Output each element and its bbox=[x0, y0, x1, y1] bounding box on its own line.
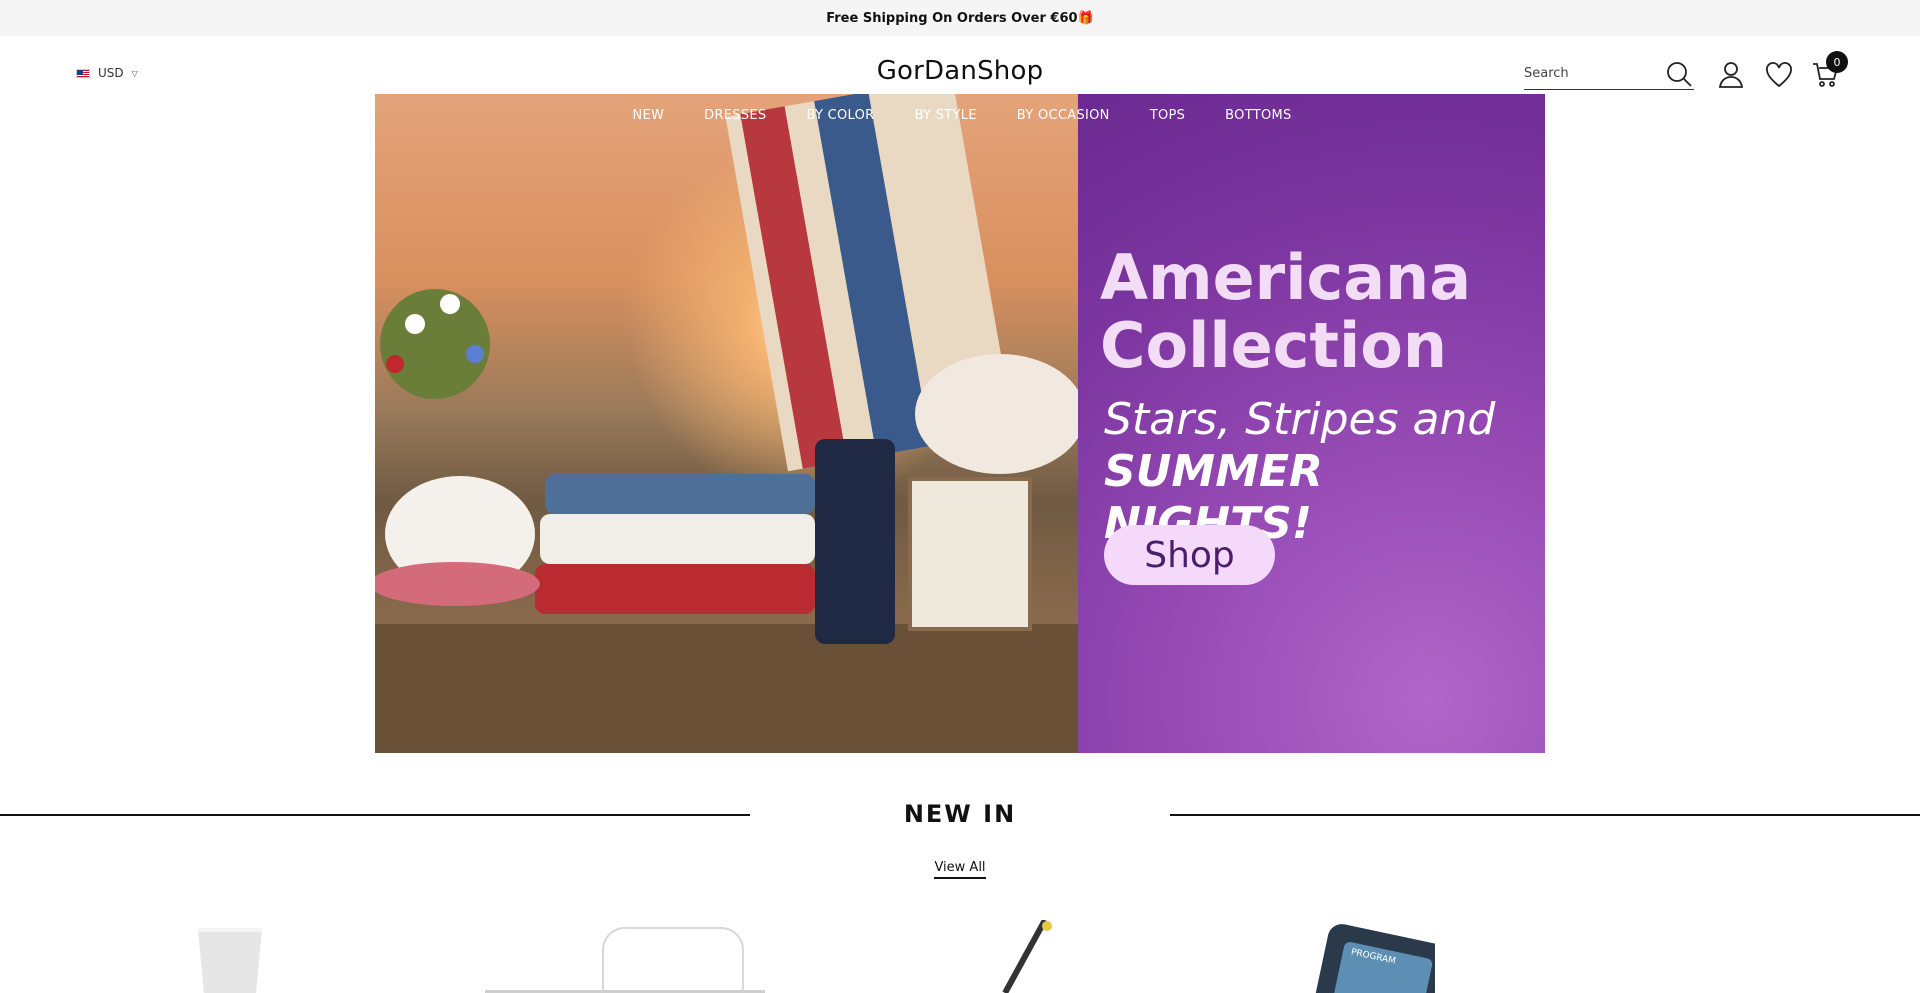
search-icon[interactable] bbox=[1664, 59, 1694, 89]
chevron-down-icon: ▽ bbox=[131, 68, 138, 78]
nav-item-dresses[interactable]: DRESSES bbox=[704, 94, 766, 138]
wishlist-heart-icon[interactable] bbox=[1764, 60, 1794, 90]
currency-label: USD bbox=[98, 66, 124, 80]
nav-item-tops[interactable]: TOPS bbox=[1150, 94, 1185, 138]
search-bar bbox=[1524, 58, 1694, 90]
view-all-row: View All bbox=[0, 860, 1920, 879]
view-all-link[interactable]: View All bbox=[934, 860, 986, 879]
nav-item-new[interactable]: NEW bbox=[632, 94, 664, 138]
section-title: NEW IN bbox=[903, 800, 1017, 828]
product-thumbnail[interactable] bbox=[190, 920, 270, 993]
us-flag-icon bbox=[76, 68, 90, 78]
cart-icon[interactable]: 0 bbox=[1810, 51, 1848, 89]
product-thumbnail[interactable]: PROGRAM bbox=[1300, 920, 1435, 993]
hero-banner[interactable]: Americana Collection Stars, Stripes and … bbox=[375, 94, 1545, 753]
main-nav: NEW DRESSES BY COLOR BY STYLE BY OCCASIO… bbox=[0, 94, 1920, 138]
account-icon[interactable] bbox=[1716, 59, 1746, 89]
nav-item-by-color[interactable]: BY COLOR bbox=[806, 94, 874, 138]
cart-count-badge: 0 bbox=[1826, 51, 1848, 73]
nav-item-bottoms[interactable]: BOTTOMS bbox=[1225, 94, 1291, 138]
shop-button[interactable]: Shop bbox=[1104, 525, 1275, 585]
search-input[interactable] bbox=[1524, 66, 1654, 81]
product-thumbnail[interactable] bbox=[485, 920, 765, 993]
nav-item-by-occasion[interactable]: BY OCCASION bbox=[1017, 94, 1110, 138]
new-in-header: NEW IN bbox=[0, 800, 1920, 830]
hero-promo-panel: Americana Collection Stars, Stripes and … bbox=[1078, 94, 1545, 753]
hero-title: Americana Collection bbox=[1100, 241, 1472, 382]
announcement-text: Free Shipping On Orders Over €60🎁 bbox=[826, 10, 1094, 26]
nav-item-by-style[interactable]: BY STYLE bbox=[915, 94, 977, 138]
currency-selector[interactable]: USD ▽ bbox=[76, 66, 138, 80]
hero-photo bbox=[375, 94, 1085, 753]
announcement-bar: Free Shipping On Orders Over €60🎁 bbox=[0, 0, 1920, 36]
product-thumbnail[interactable] bbox=[985, 920, 1065, 993]
site-logo[interactable]: GorDanShop bbox=[877, 56, 1044, 86]
